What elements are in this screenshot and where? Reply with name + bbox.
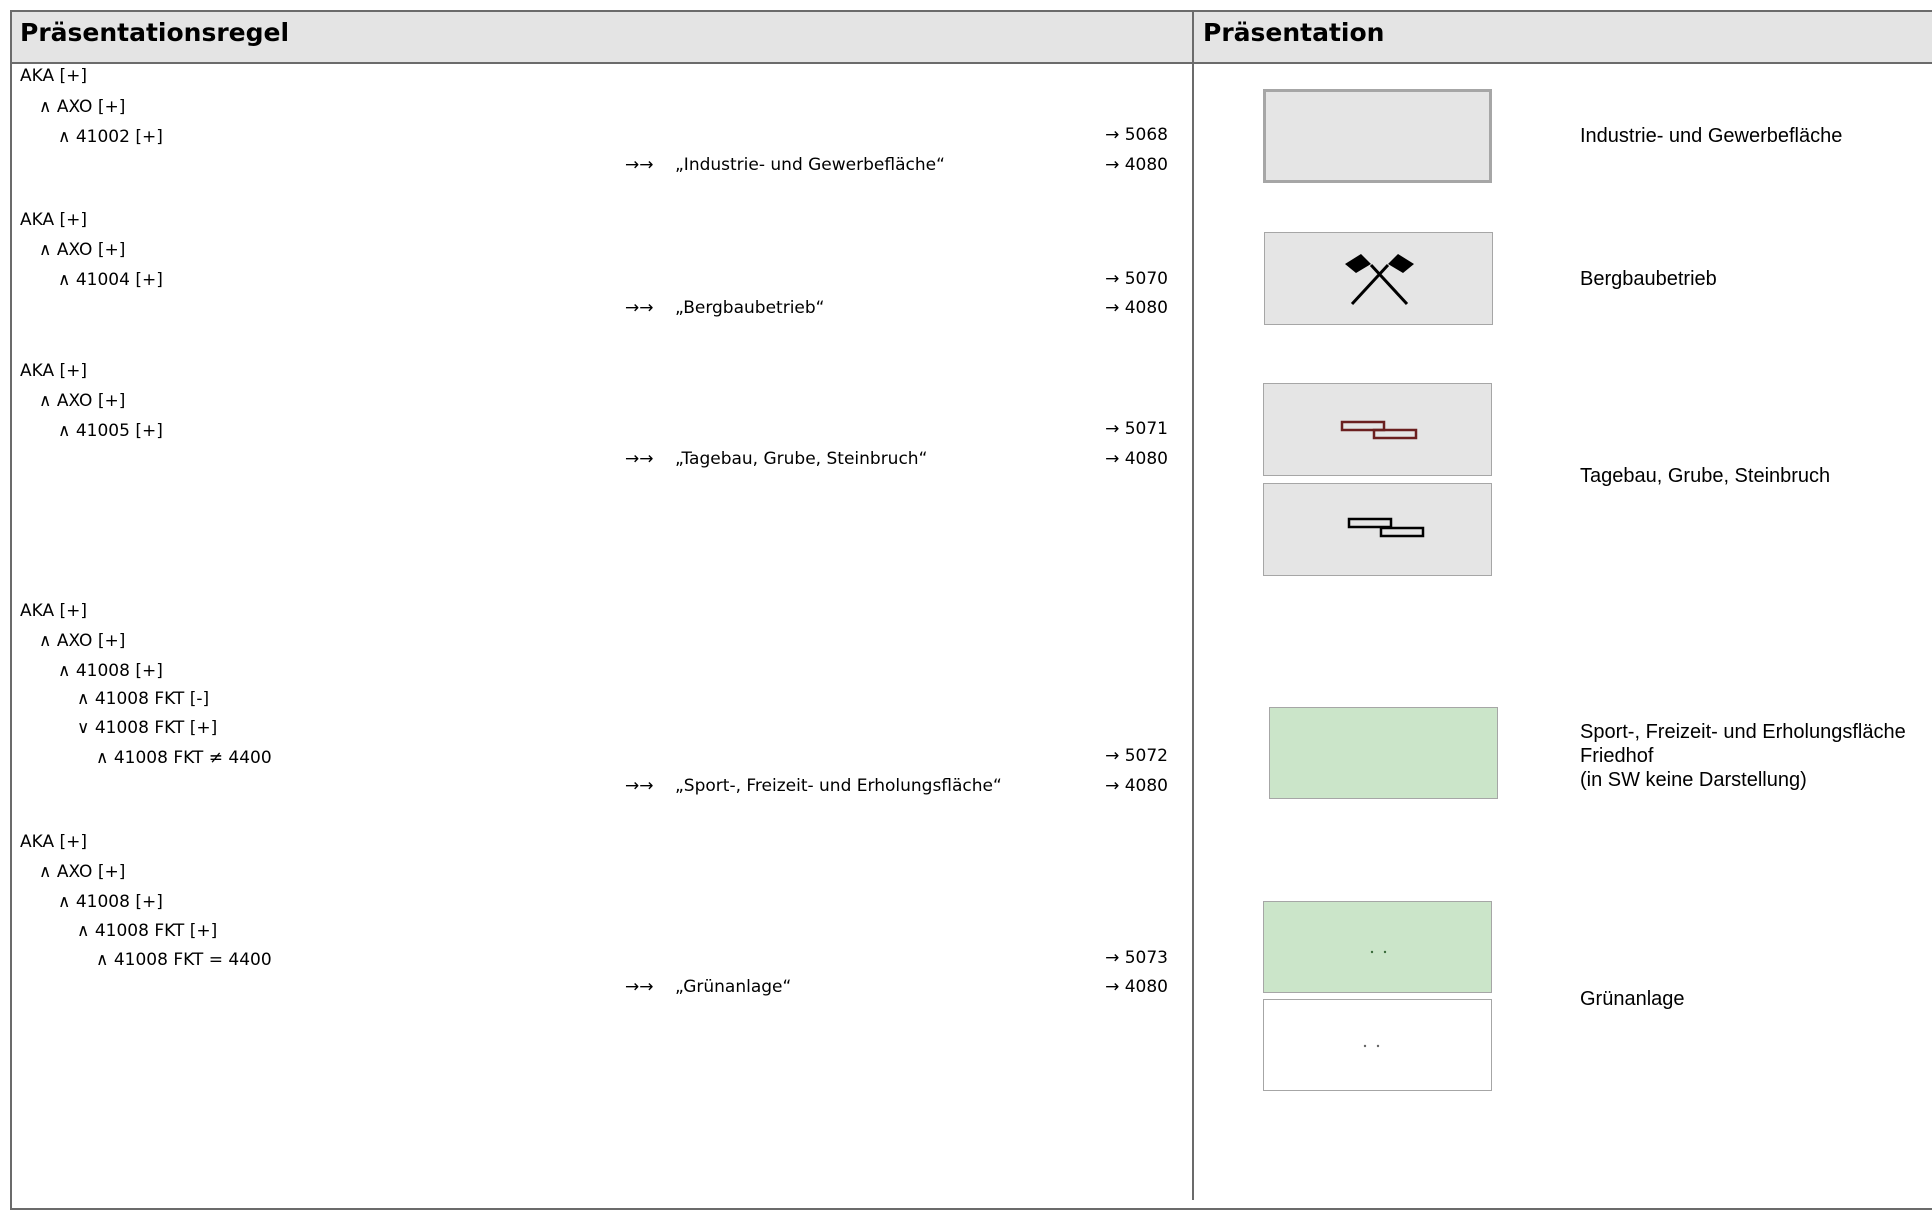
rule-code: → 5072	[1105, 746, 1168, 766]
rule-result-name: „Bergbaubetrieb“	[675, 298, 825, 318]
rule-line: ∧ 41008 [+]	[58, 661, 163, 681]
column-title-presentation: Präsentation	[1203, 18, 1385, 47]
table-frame	[10, 10, 1932, 1210]
rule-arrow: →→	[625, 776, 654, 796]
rule-arrow: →→	[625, 977, 654, 997]
mining-hammers-icon	[1345, 254, 1414, 306]
rule-arrow: →→	[625, 155, 654, 175]
rule-arrow: →→	[625, 298, 654, 318]
rule-line: AKA [+]	[20, 210, 88, 230]
rule-line: ∧ 41008 FKT [-]	[77, 689, 210, 709]
rule-code: → 5070	[1105, 269, 1168, 289]
swatch-bergbau	[1264, 232, 1493, 325]
swatch-sport	[1269, 707, 1498, 799]
rule-line: AKA [+]	[20, 601, 88, 621]
swatch-gruen-color	[1263, 901, 1492, 993]
rule-line: AKA [+]	[20, 66, 88, 86]
rule-line: ∧ 41004 [+]	[58, 270, 163, 290]
dots-pattern-icon	[1370, 950, 1387, 954]
swatch-gruen-sw	[1263, 999, 1492, 1091]
rule-line: ∧ AXO [+]	[39, 862, 126, 882]
table-header	[10, 10, 1932, 64]
rule-code: → 4080	[1105, 155, 1168, 175]
label-sport-line3: (in SW keine Darstellung)	[1580, 769, 1807, 791]
rule-result-name: „Industrie- und Gewerbefläche“	[675, 155, 945, 175]
swatch-tagebau-color	[1263, 383, 1492, 476]
rule-code: → 4080	[1105, 298, 1168, 318]
label-industrie: Industrie- und Gewerbefläche	[1580, 125, 1843, 147]
rule-code: → 4080	[1105, 776, 1168, 796]
rule-line: AKA [+]	[20, 832, 88, 852]
rule-arrow: →→	[625, 449, 654, 469]
column-title-rule: Präsentationsregel	[20, 18, 290, 47]
rule-line: ∧ 41002 [+]	[58, 127, 163, 147]
swatch-tagebau-sw	[1263, 483, 1492, 576]
rule-code: → 5073	[1105, 948, 1168, 968]
rule-line: ∧ AXO [+]	[39, 97, 126, 117]
rule-line: ∧ AXO [+]	[39, 240, 126, 260]
rule-line: AKA [+]	[20, 361, 88, 381]
quarry-icon	[1347, 517, 1425, 538]
dots-pattern-icon	[1363, 1044, 1380, 1048]
rule-code: → 4080	[1105, 977, 1168, 997]
label-sport-line2: Friedhof	[1580, 745, 1654, 767]
label-tagebau: Tagebau, Grube, Steinbruch	[1580, 465, 1831, 487]
quarry-icon	[1340, 420, 1418, 440]
rule-line: ∧ 41008 [+]	[58, 892, 163, 912]
rule-result-name: „Sport-, Freizeit- und Erholungsfläche“	[675, 776, 1002, 796]
rule-result-name: „Grünanlage“	[675, 977, 792, 997]
label-gruen: Grünanlage	[1580, 988, 1685, 1010]
rule-line: ∧ 41005 [+]	[58, 421, 163, 441]
rule-line: ∧ 41008 FKT ≠ 4400	[96, 748, 272, 768]
swatch-industrie	[1263, 89, 1492, 183]
rule-code: → 5071	[1105, 419, 1168, 439]
rule-result-name: „Tagebau, Grube, Steinbruch“	[675, 449, 928, 469]
label-sport-line1: Sport-, Freizeit- und Erholungsfläche	[1580, 721, 1906, 743]
rule-line: ∧ AXO [+]	[39, 631, 126, 651]
column-divider	[1192, 10, 1194, 1200]
rule-code: → 4080	[1105, 449, 1168, 469]
rule-line: ∧ AXO [+]	[39, 391, 126, 411]
rule-line: ∧ 41008 FKT [+]	[77, 921, 218, 941]
label-bergbau: Bergbaubetrieb	[1580, 268, 1717, 290]
rule-line: ∨ 41008 FKT [+]	[77, 718, 218, 738]
rule-code: → 5068	[1105, 125, 1168, 145]
rule-line: ∧ 41008 FKT = 4400	[96, 950, 272, 970]
